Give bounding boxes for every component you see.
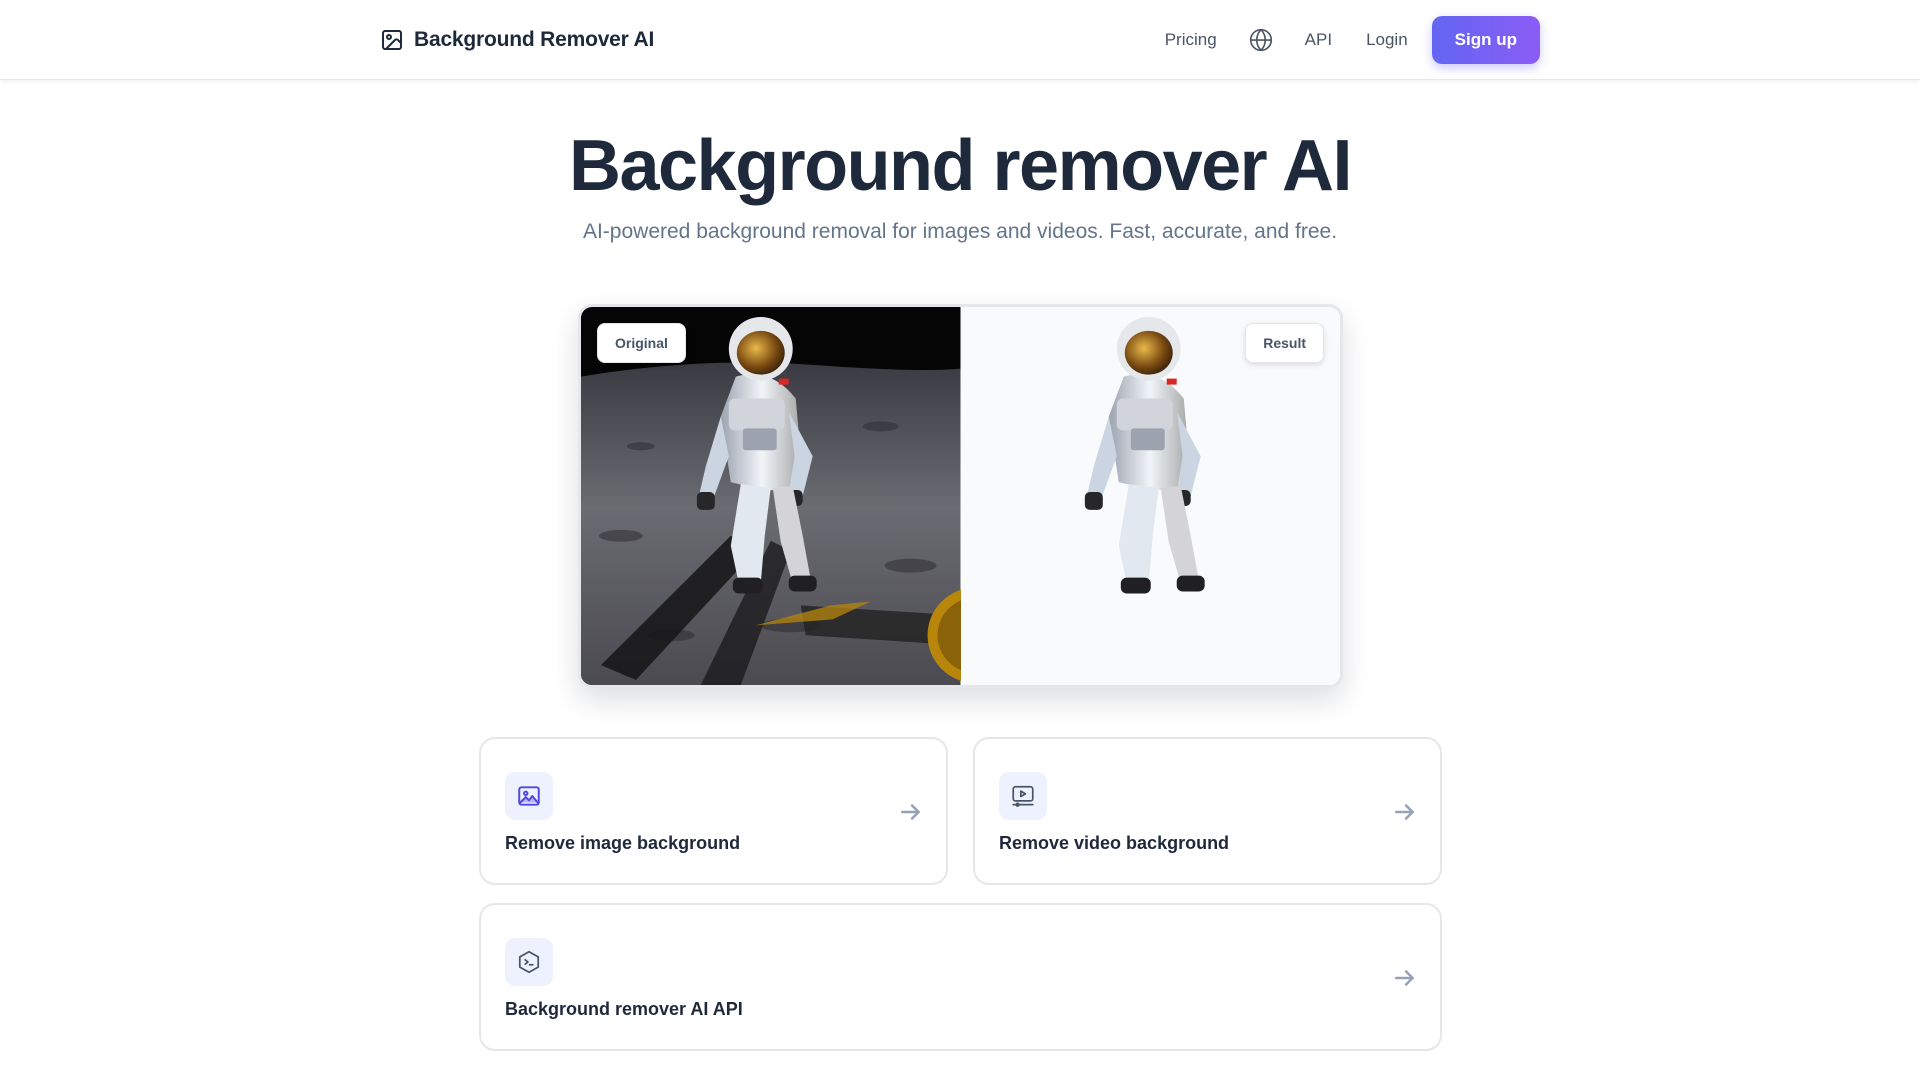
main-nav: Pricing API Login Sign up [1159, 16, 1540, 64]
before-after-comparison[interactable]: Original Result [578, 304, 1343, 688]
result-astronaut-cutout [960, 307, 1340, 685]
arrow-right-icon [1392, 799, 1418, 825]
card-icon-wrapper [999, 772, 1047, 820]
api-card[interactable]: Background remover AI API [479, 903, 1442, 1051]
card-label: Background remover AI API [505, 999, 743, 1019]
page-title: Background remover AI [568, 126, 1353, 206]
remove-image-background-card[interactable]: Remove image background [479, 737, 948, 885]
original-badge: Original [597, 323, 686, 363]
card-icon-wrapper [505, 772, 553, 820]
arrow-right-icon [898, 799, 924, 825]
image-icon [518, 786, 540, 806]
nav-pricing-link[interactable]: Pricing [1159, 30, 1223, 50]
original-image-pane: Original [581, 307, 961, 685]
original-astronaut-photo [581, 307, 961, 685]
image-icon [382, 30, 402, 50]
video-play-icon [1012, 785, 1034, 807]
nav-api-link[interactable]: API [1299, 30, 1338, 50]
nav-login-link[interactable]: Login [1360, 30, 1414, 50]
language-selector[interactable] [1243, 22, 1279, 58]
globe-icon [1249, 28, 1272, 52]
brand-logo-link[interactable]: Background Remover AI [380, 26, 654, 54]
card-label: Remove video background [999, 833, 1230, 853]
brand-name: Background Remover AI [414, 28, 655, 51]
signup-button[interactable]: Sign up [1431, 16, 1540, 64]
result-image-pane: Result [960, 307, 1340, 685]
top-navbar: Background Remover AI Pricing API Login … [0, 0, 1920, 80]
result-badge: Result [1245, 323, 1324, 363]
arrow-right-icon [1392, 965, 1418, 991]
card-icon-wrapper [505, 938, 553, 986]
code-terminal-icon [518, 950, 540, 974]
card-label: Remove image background [505, 833, 741, 853]
page-subtitle: AI-powered background removal for images… [582, 220, 1338, 243]
page: Background Remover AI Pricing API Login … [0, 0, 1920, 1080]
remove-video-background-card[interactable]: Remove video background [973, 737, 1442, 885]
